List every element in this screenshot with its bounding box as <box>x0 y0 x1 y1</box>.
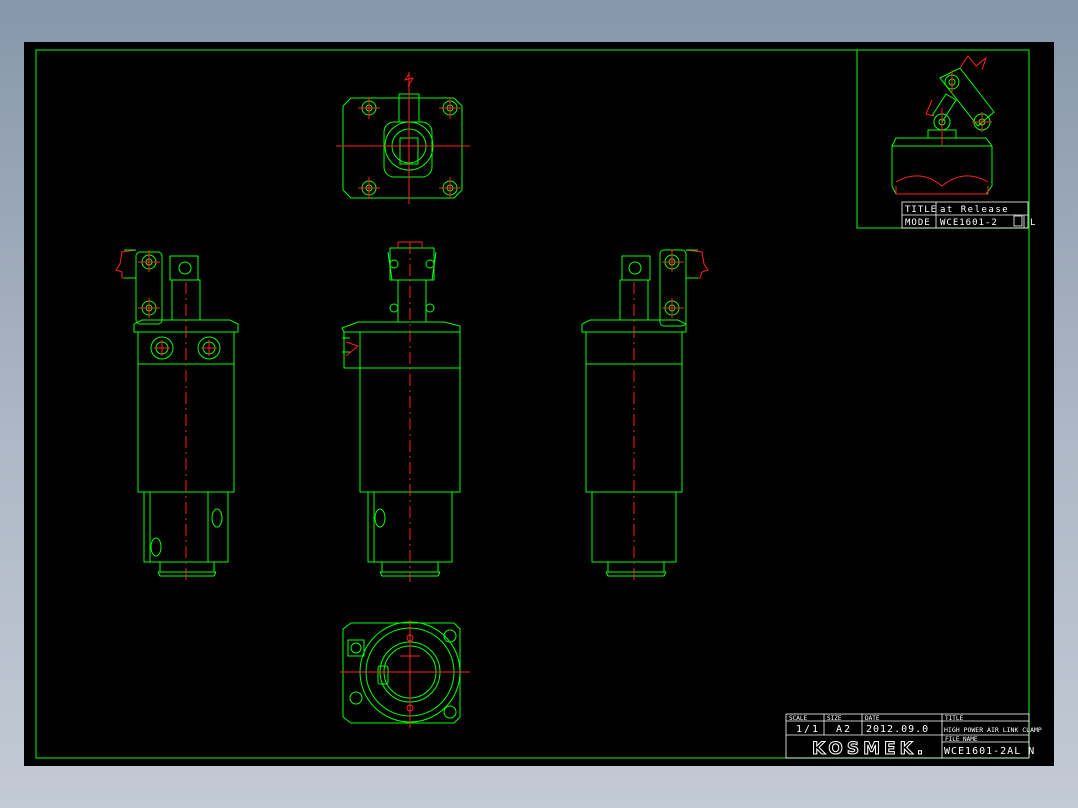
scale-value: 1/1 <box>796 724 820 735</box>
inset-mode-label: MODE <box>905 218 931 228</box>
inset-title-label: TITLE <box>905 205 937 215</box>
date-label: DATE <box>865 715 880 722</box>
title-label: TITLE <box>945 715 963 722</box>
inset-mode-suffix: L <box>1030 218 1035 228</box>
inset-mode-value: WCE1601-2 <box>940 218 998 228</box>
inset-title-value: at Release <box>940 205 1009 215</box>
file-name-label: FILE NAME <box>945 736 978 743</box>
size-value: A2 <box>836 724 852 735</box>
cad-viewport[interactable]: TITLE at Release MODE WCE1601-2 L SCALE … <box>0 0 1078 808</box>
size-label: SIZE <box>827 715 842 722</box>
date-value: 2012.09.0 <box>866 724 929 735</box>
cad-drawing[interactable]: TITLE at Release MODE WCE1601-2 L SCALE … <box>24 42 1054 766</box>
drawing-sheet <box>24 42 1054 766</box>
file-name-value: WCE1601-2AL N <box>944 746 1035 757</box>
scale-label: SCALE <box>789 715 807 722</box>
kosmek-logo: KOSMEK. <box>812 739 927 759</box>
title-value: HIGH POWER AIR LINK CLAMP <box>944 726 1042 734</box>
